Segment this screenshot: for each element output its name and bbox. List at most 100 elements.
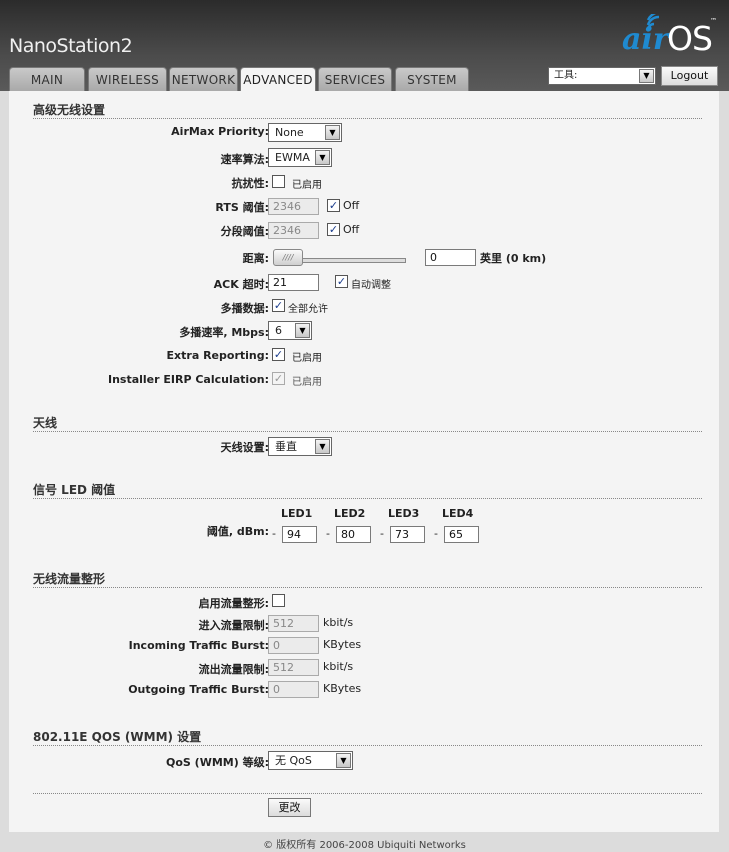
rts-off-checkbox[interactable]: ✓: [327, 199, 340, 212]
chevron-down-icon: ▼: [336, 753, 351, 768]
led1-header: LED1: [281, 507, 313, 520]
fragmentation-off-label: Off: [343, 223, 360, 236]
multicast-rate-label: 多播速率, Mbps:: [179, 326, 269, 339]
airmax-priority-select[interactable]: None ▼: [268, 123, 342, 142]
qos-level-select[interactable]: 无 QoS ▼: [268, 751, 353, 770]
tab-advanced[interactable]: ADVANCED: [240, 67, 316, 92]
distance-km: (0 km): [505, 252, 547, 265]
multicast-data-checkbox-label: 全部允许: [288, 304, 328, 315]
rts-threshold-label: RTS 阈值:: [215, 201, 269, 214]
airmax-priority-value: None: [275, 126, 304, 139]
installer-eirp-checkbox[interactable]: ✓: [272, 372, 285, 385]
led-threshold-label: 阈值, dBm:: [206, 525, 269, 538]
extra-reporting-checkbox-label: 已启用: [292, 353, 322, 364]
outgoing-limit-label: 流出流量限制:: [198, 663, 269, 676]
distance-input[interactable]: 0: [425, 249, 476, 266]
outgoing-burst-input[interactable]: 0: [268, 681, 319, 698]
chevron-down-icon: ▼: [325, 125, 340, 140]
incoming-limit-label: 进入流量限制:: [198, 619, 269, 632]
ack-timeout-input[interactable]: 21: [268, 274, 319, 291]
led4-dash: -: [434, 527, 438, 540]
led2-header: LED2: [334, 507, 366, 520]
section-title-traffic-shaping: 无线流量整形: [33, 572, 106, 586]
advanced-settings-panel: 高级无线设置 AirMax Priority: None ▼ 速率算法: EWM…: [9, 91, 719, 832]
led2-input[interactable]: 80: [336, 526, 371, 543]
outgoing-burst-unit: KBytes: [323, 682, 362, 695]
qos-level-value: 无 QoS: [275, 754, 312, 767]
section-divider: [33, 431, 702, 432]
tab-system[interactable]: SYSTEM: [395, 67, 469, 91]
airos-logo: air OS ™: [620, 14, 724, 60]
incoming-burst-input[interactable]: 0: [268, 637, 319, 654]
multicast-rate-select[interactable]: 6 ▼: [268, 321, 312, 340]
led4-input[interactable]: 65: [444, 526, 479, 543]
led3-dash: -: [380, 527, 384, 540]
tab-main[interactable]: MAIN: [9, 67, 85, 91]
ack-auto-adjust-checkbox[interactable]: ✓: [335, 275, 348, 288]
distance-unit: 英里 (0 km): [480, 250, 546, 266]
extra-reporting-checkbox[interactable]: ✓: [272, 348, 285, 361]
section-title-antenna: 天线: [33, 416, 58, 430]
tools-select-value: 工具:: [554, 70, 578, 81]
rate-algorithm-select[interactable]: EWMA ▼: [268, 148, 332, 167]
multicast-data-checkbox[interactable]: ✓: [272, 299, 285, 312]
incoming-burst-label: Incoming Traffic Burst:: [128, 639, 269, 652]
logo-trademark: ™: [710, 17, 717, 25]
led3-header: LED3: [388, 507, 420, 520]
installer-eirp-checkbox-label: 已启用: [292, 377, 322, 388]
extra-reporting-label: Extra Reporting:: [166, 349, 269, 362]
tab-network[interactable]: NETWORK: [169, 67, 238, 91]
distance-label: 距离:: [242, 252, 269, 265]
outgoing-burst-label: Outgoing Traffic Burst:: [128, 683, 269, 696]
antenna-setting-select[interactable]: 垂直 ▼: [268, 437, 332, 456]
section-title-qos: 802.11E QOS (WMM) 设置: [33, 730, 202, 744]
chevron-down-icon: ▼: [315, 150, 330, 165]
section-title-signal-led: 信号 LED 阈值: [33, 483, 116, 497]
outgoing-limit-unit: kbit/s: [323, 660, 354, 673]
noise-immunity-checkbox[interactable]: [272, 175, 285, 188]
rts-threshold-input[interactable]: 2346: [268, 198, 319, 215]
noise-immunity-checkbox-label: 已启用: [292, 180, 322, 191]
distance-slider-handle[interactable]: ////: [273, 249, 303, 266]
traffic-shaping-enable-label: 启用流量整形:: [198, 597, 269, 610]
fragmentation-off-checkbox[interactable]: ✓: [327, 223, 340, 236]
qos-level-label: QoS (WMM) 等级:: [166, 756, 269, 769]
rts-off-label: Off: [343, 199, 360, 212]
section-divider: [33, 498, 702, 499]
section-title-advanced-wireless: 高级无线设置: [33, 103, 106, 117]
led4-header: LED4: [442, 507, 474, 520]
copyright-footer: © 版权所有 2006-2008 Ubiquiti Networks: [263, 840, 466, 851]
incoming-limit-unit: kbit/s: [323, 616, 354, 629]
led3-input[interactable]: 73: [390, 526, 425, 543]
tab-services[interactable]: SERVICES: [318, 67, 392, 91]
section-divider: [33, 793, 702, 794]
multicast-data-label: 多播数据:: [220, 302, 269, 315]
airmax-priority-label: AirMax Priority:: [171, 125, 269, 138]
fragmentation-threshold-input[interactable]: 2346: [268, 222, 319, 239]
noise-immunity-label: 抗扰性:: [231, 177, 269, 190]
ack-timeout-label: ACK 超时:: [213, 278, 269, 291]
outgoing-limit-input[interactable]: 512: [268, 659, 319, 676]
incoming-burst-unit: KBytes: [323, 638, 362, 651]
led1-dash: -: [272, 527, 276, 540]
device-name: NanoStation2: [9, 35, 133, 57]
section-divider: [33, 587, 702, 588]
change-button[interactable]: 更改: [268, 798, 311, 817]
incoming-limit-input[interactable]: 512: [268, 615, 319, 632]
installer-eirp-label: Installer EIRP Calculation:: [107, 373, 269, 386]
distance-unit-miles: 英里: [480, 252, 502, 265]
rate-algorithm-value: EWMA: [275, 151, 310, 164]
rate-algorithm-label: 速率算法:: [220, 153, 269, 166]
chevron-down-icon: ▼: [639, 69, 654, 83]
led1-input[interactable]: 94: [282, 526, 317, 543]
logout-button[interactable]: Logout: [661, 66, 718, 86]
antenna-setting-label: 天线设置:: [220, 441, 269, 454]
chevron-down-icon: ▼: [315, 439, 330, 454]
fragmentation-threshold-label: 分段阈值:: [220, 225, 269, 238]
tab-wireless[interactable]: WIRELESS: [88, 67, 167, 91]
tools-select[interactable]: 工具: ▼: [548, 67, 656, 85]
led2-dash: -: [326, 527, 330, 540]
section-divider: [33, 745, 702, 746]
logo-os-text: OS: [667, 19, 713, 58]
traffic-shaping-enable-checkbox[interactable]: [272, 594, 285, 607]
